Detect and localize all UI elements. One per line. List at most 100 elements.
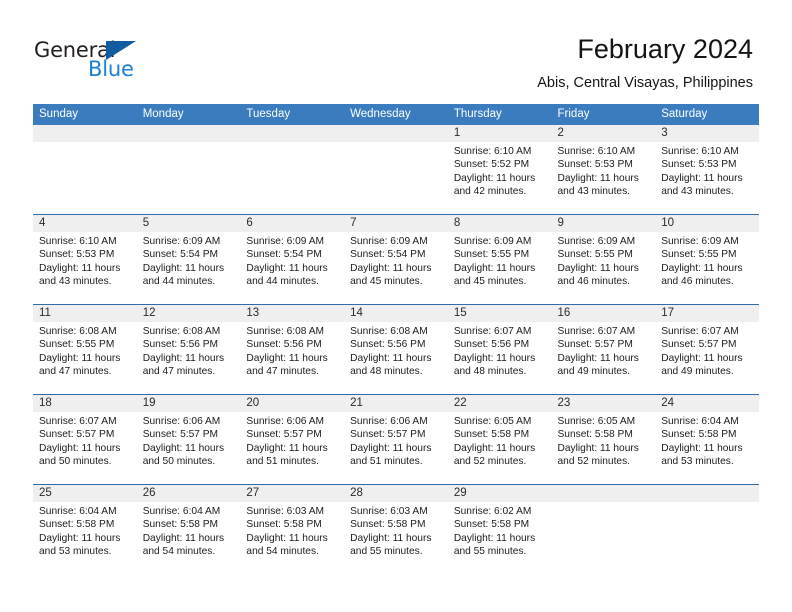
- calendar-day-cell[interactable]: 18 Sunrise: 6:07 AM Sunset: 5:57 PM Dayligh…: [33, 395, 137, 484]
- daylight-text-line1: Daylight: 11 hours: [350, 352, 432, 364]
- daylight-text-line1: Daylight: 11 hours: [142, 532, 225, 544]
- calendar-day-cell[interactable]: 9 Sunrise: 6:09 AM Sunset: 5:55 PM Daylight…: [551, 215, 656, 304]
- day-details: Sunrise: 6:04 AM Sunset: 5:58 PM Daylight:…: [33, 502, 137, 558]
- sunset-text: Sunset: 5:58 PM: [557, 429, 633, 441]
- day-details: Sunrise: 6:06 AM Sunset: 5:57 PM Daylight:…: [344, 412, 448, 468]
- sunrise-text: Sunrise: 6:04 AM: [661, 416, 739, 427]
- weekday-header-saturday: Saturday: [661, 108, 708, 120]
- calendar-day-cell[interactable]: 3 Sunrise: 6:10 AM Sunset: 5:53 PM Daylight…: [655, 125, 759, 214]
- calendar-day-cell[interactable]: 1 Sunrise: 6:10 AM Sunset: 5:52 PM Daylight…: [447, 125, 552, 214]
- day-number: [344, 125, 448, 142]
- day-number: 3: [655, 125, 759, 142]
- calendar-day-cell-empty: [136, 125, 241, 214]
- day-details: Sunrise: 6:09 AM Sunset: 5:54 PM Daylight:…: [344, 232, 448, 288]
- calendar-day-cell[interactable]: 25 Sunrise: 6:04 AM Sunset: 5:58 PM Dayligh…: [33, 485, 137, 574]
- calendar-day-cell[interactable]: 23 Sunrise: 6:05 AM Sunset: 5:58 PM Dayligh…: [551, 395, 656, 484]
- calendar-day-cell[interactable]: 24 Sunrise: 6:04 AM Sunset: 5:58 PM Dayligh…: [655, 395, 759, 484]
- calendar-day-cell[interactable]: 12 Sunrise: 6:08 AM Sunset: 5:56 PM Dayligh…: [136, 305, 241, 394]
- calendar-day-cell[interactable]: 20 Sunrise: 6:06 AM Sunset: 5:57 PM Dayligh…: [240, 395, 345, 484]
- day-details: Sunrise: 6:03 AM Sunset: 5:58 PM Daylight:…: [240, 502, 344, 558]
- sunset-text: Sunset: 5:58 PM: [453, 519, 530, 531]
- calendar-day-cell[interactable]: 8 Sunrise: 6:09 AM Sunset: 5:55 PM Daylight…: [447, 215, 552, 304]
- calendar-day-cell[interactable]: 19 Sunrise: 6:06 AM Sunset: 5:57 PM Dayligh…: [136, 395, 241, 484]
- daylight-text-line2: and 46 minutes.: [557, 275, 631, 287]
- weekday-header-sunday: Sunday: [39, 108, 79, 120]
- calendar-day-cell[interactable]: 17 Sunrise: 6:07 AM Sunset: 5:57 PM Dayligh…: [655, 305, 759, 394]
- sunrise-text: Sunrise: 6:04 AM: [142, 506, 221, 517]
- sunrise-text: Sunrise: 6:06 AM: [246, 416, 324, 427]
- sunset-text: Sunset: 5:58 PM: [350, 519, 426, 531]
- calendar-day-cell[interactable]: 7 Sunrise: 6:09 AM Sunset: 5:54 PM Daylight…: [344, 215, 448, 304]
- day-number: 22: [447, 395, 552, 412]
- sunset-text: Sunset: 5:53 PM: [39, 249, 115, 261]
- day-number: 10: [655, 215, 759, 232]
- calendar-day-cell[interactable]: 13 Sunrise: 6:08 AM Sunset: 5:56 PM Dayligh…: [240, 305, 345, 394]
- calendar-day-cell[interactable]: 6 Sunrise: 6:09 AM Sunset: 5:54 PM Daylight…: [240, 215, 345, 304]
- daylight-text-line1: Daylight: 11 hours: [661, 172, 743, 184]
- day-number: [240, 125, 345, 142]
- calendar-day-cell[interactable]: 5 Sunrise: 6:09 AM Sunset: 5:54 PM Daylight…: [136, 215, 241, 304]
- day-details: Sunrise: 6:04 AM Sunset: 5:58 PM Daylight:…: [137, 502, 241, 558]
- daylight-text-line2: and 55 minutes.: [453, 545, 527, 557]
- daylight-text-line1: Daylight: 11 hours: [557, 442, 639, 454]
- sunrise-text: Sunrise: 6:08 AM: [246, 326, 324, 337]
- calendar-day-cell[interactable]: 26 Sunrise: 6:04 AM Sunset: 5:58 PM Dayligh…: [136, 485, 241, 574]
- calendar-day-cell[interactable]: 15 Sunrise: 6:07 AM Sunset: 5:56 PM Dayligh…: [447, 305, 552, 394]
- day-number: 4: [33, 215, 137, 232]
- calendar-day-cell[interactable]: 14 Sunrise: 6:08 AM Sunset: 5:56 PM Dayligh…: [344, 305, 448, 394]
- calendar-day-cell[interactable]: 11 Sunrise: 6:08 AM Sunset: 5:55 PM Dayligh…: [33, 305, 137, 394]
- calendar-day-cell[interactable]: 16 Sunrise: 6:07 AM Sunset: 5:57 PM Dayligh…: [551, 305, 656, 394]
- day-details: Sunrise: 6:10 AM Sunset: 5:53 PM Daylight:…: [552, 142, 656, 198]
- day-details: Sunrise: 6:04 AM Sunset: 5:58 PM Daylight:…: [655, 412, 759, 468]
- day-number: 11: [33, 305, 137, 322]
- day-details: Sunrise: 6:03 AM Sunset: 5:58 PM Daylight:…: [344, 502, 448, 558]
- sunrise-text: Sunrise: 6:04 AM: [39, 506, 117, 517]
- calendar-day-cell[interactable]: 4 Sunrise: 6:10 AM Sunset: 5:53 PM Daylight…: [33, 215, 137, 304]
- sunset-text: Sunset: 5:58 PM: [39, 519, 115, 531]
- day-number: 25: [33, 485, 137, 502]
- sunset-text: Sunset: 5:52 PM: [453, 159, 530, 171]
- daylight-text-line1: Daylight: 11 hours: [39, 262, 121, 274]
- calendar-week-row: 25 Sunrise: 6:04 AM Sunset: 5:58 PM Dayligh…: [33, 485, 759, 574]
- daylight-text-line2: and 43 minutes.: [557, 185, 631, 197]
- daylight-text-line2: and 51 minutes.: [246, 455, 319, 467]
- daylight-text-line1: Daylight: 11 hours: [557, 172, 639, 184]
- calendar-week-row: 11 Sunrise: 6:08 AM Sunset: 5:55 PM Dayligh…: [33, 305, 759, 395]
- day-number: [136, 125, 241, 142]
- sunrise-text: Sunrise: 6:09 AM: [246, 236, 324, 247]
- day-number: 23: [551, 395, 656, 412]
- calendar-day-cell[interactable]: 29 Sunrise: 6:02 AM Sunset: 5:58 PM Dayligh…: [447, 485, 552, 574]
- daylight-text-line1: Daylight: 11 hours: [557, 262, 639, 274]
- daylight-text-line2: and 48 minutes.: [453, 365, 527, 377]
- calendar-day-cell[interactable]: 2 Sunrise: 6:10 AM Sunset: 5:53 PM Daylight…: [551, 125, 656, 214]
- calendar-day-cell[interactable]: 10 Sunrise: 6:09 AM Sunset: 5:55 PM Dayligh…: [655, 215, 759, 304]
- sunset-text: Sunset: 5:58 PM: [246, 519, 322, 531]
- weekday-header-wednesday: Wednesday: [350, 108, 411, 120]
- sunrise-text: Sunrise: 6:07 AM: [661, 326, 739, 337]
- calendar-day-cell[interactable]: 21 Sunrise: 6:06 AM Sunset: 5:57 PM Dayligh…: [344, 395, 448, 484]
- daylight-text-line2: and 48 minutes.: [350, 365, 423, 377]
- weekday-header-monday: Monday: [142, 108, 184, 120]
- calendar-day-cell[interactable]: 27 Sunrise: 6:03 AM Sunset: 5:58 PM Dayligh…: [240, 485, 345, 574]
- day-number: [551, 485, 656, 502]
- sunrise-text: Sunrise: 6:02 AM: [453, 506, 532, 517]
- day-number: 16: [551, 305, 656, 322]
- day-details: Sunrise: 6:08 AM Sunset: 5:56 PM Daylight:…: [344, 322, 448, 378]
- sunrise-text: Sunrise: 6:08 AM: [350, 326, 428, 337]
- daylight-text-line1: Daylight: 11 hours: [661, 262, 743, 274]
- daylight-text-line1: Daylight: 11 hours: [453, 172, 536, 184]
- daylight-text-line2: and 53 minutes.: [661, 455, 734, 467]
- sunset-text: Sunset: 5:57 PM: [557, 339, 633, 351]
- daylight-text-line2: and 49 minutes.: [661, 365, 734, 377]
- day-number: 27: [240, 485, 345, 502]
- daylight-text-line1: Daylight: 11 hours: [39, 442, 121, 454]
- sunrise-text: Sunrise: 6:06 AM: [142, 416, 221, 427]
- daylight-text-line2: and 50 minutes.: [142, 455, 216, 467]
- day-number: 12: [136, 305, 241, 322]
- day-details: Sunrise: 6:07 AM Sunset: 5:56 PM Daylight:…: [448, 322, 552, 378]
- day-number: 9: [551, 215, 656, 232]
- day-details: Sunrise: 6:07 AM Sunset: 5:57 PM Daylight:…: [655, 322, 759, 378]
- calendar-day-cell[interactable]: 22 Sunrise: 6:05 AM Sunset: 5:58 PM Dayligh…: [447, 395, 552, 484]
- daylight-text-line2: and 47 minutes.: [246, 365, 319, 377]
- calendar-day-cell[interactable]: 28 Sunrise: 6:03 AM Sunset: 5:58 PM Dayligh…: [344, 485, 448, 574]
